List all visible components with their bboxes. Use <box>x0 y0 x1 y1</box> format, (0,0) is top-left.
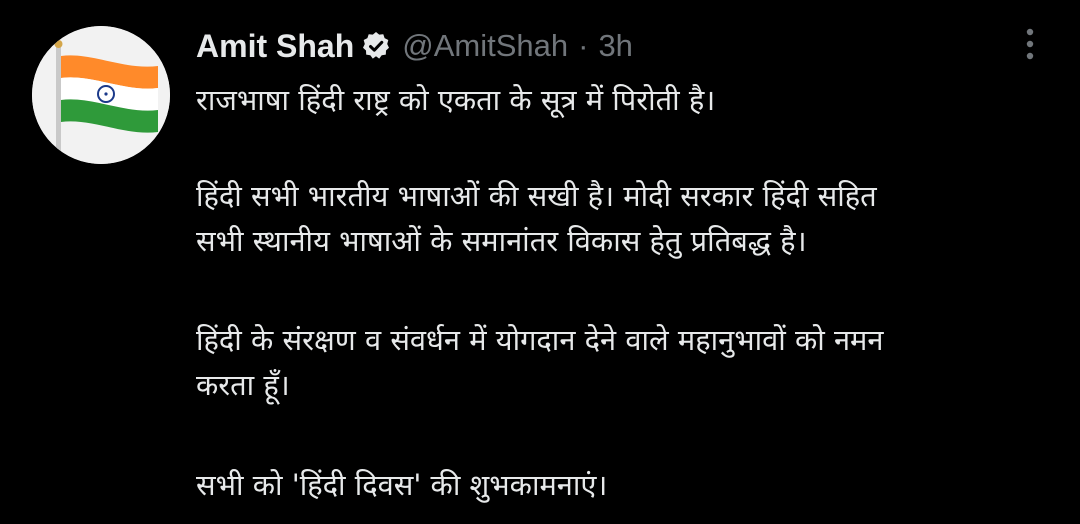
separator-dot: · <box>578 28 589 63</box>
tweet[interactable]: Amit Shah @AmitShah · 3h राजभाषा हिंदी र… <box>0 0 1080 524</box>
tweet-text-line: हिंदी के संरक्षण व संवर्धन में योगदान दे… <box>196 323 884 357</box>
tweet-text-line: हिंदी सभी भारतीय भाषाओं की सखी है। मोदी … <box>196 179 877 213</box>
tweet-header: Amit Shah @AmitShah · 3h <box>196 24 1046 68</box>
author-handle[interactable]: @AmitShah <box>402 28 568 64</box>
more-options-icon[interactable] <box>1018 26 1042 62</box>
tweet-text-line: सभी स्थानीय भाषाओं के समानांतर विकास हेत… <box>196 224 807 258</box>
tweet-text-line: राजभाषा हिंदी राष्ट्र को एकता के सूत्र म… <box>196 83 716 117</box>
avatar[interactable] <box>32 26 170 164</box>
tweet-text-line: सभी को 'हिंदी दिवस' की शुभकामनाएं। <box>196 468 608 502</box>
verified-badge-icon <box>360 30 392 62</box>
timestamp[interactable]: 3h <box>598 28 632 64</box>
tweet-content: Amit Shah @AmitShah · 3h <box>196 24 1046 68</box>
indian-flag-image <box>32 26 170 164</box>
tweet-text-line: करता हूँ। <box>196 368 290 402</box>
author-name[interactable]: Amit Shah <box>196 28 354 65</box>
